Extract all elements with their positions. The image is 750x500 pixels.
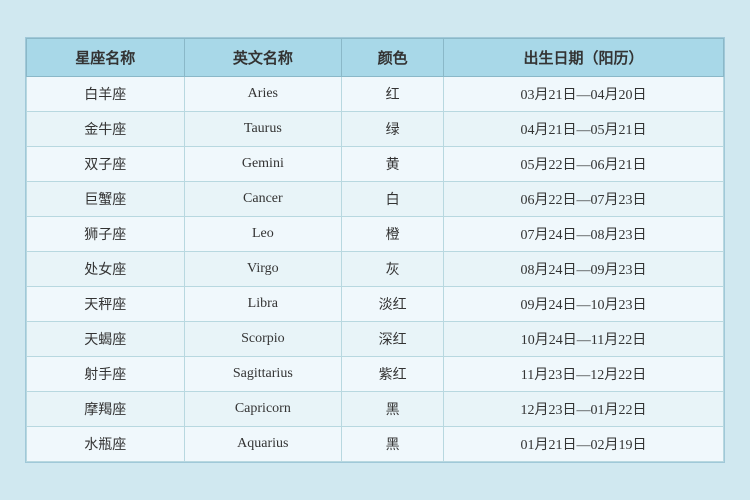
cell-color: 灰	[342, 252, 444, 287]
cell-chinese: 射手座	[27, 357, 185, 392]
cell-dates: 11月23日—12月22日	[444, 357, 724, 392]
cell-english: Taurus	[184, 112, 342, 147]
cell-english: Virgo	[184, 252, 342, 287]
cell-chinese: 金牛座	[27, 112, 185, 147]
cell-color: 黑	[342, 392, 444, 427]
table-row: 射手座Sagittarius紫红11月23日—12月22日	[27, 357, 724, 392]
cell-dates: 04月21日—05月21日	[444, 112, 724, 147]
header-color: 颜色	[342, 39, 444, 77]
cell-english: Leo	[184, 217, 342, 252]
table-row: 天秤座Libra淡红09月24日—10月23日	[27, 287, 724, 322]
cell-dates: 09月24日—10月23日	[444, 287, 724, 322]
cell-color: 淡红	[342, 287, 444, 322]
cell-chinese: 天秤座	[27, 287, 185, 322]
cell-dates: 10月24日—11月22日	[444, 322, 724, 357]
cell-chinese: 摩羯座	[27, 392, 185, 427]
table-row: 金牛座Taurus绿04月21日—05月21日	[27, 112, 724, 147]
cell-english: Gemini	[184, 147, 342, 182]
cell-color: 深红	[342, 322, 444, 357]
zodiac-table-container: 星座名称 英文名称 颜色 出生日期（阳历） 白羊座Aries红03月21日—04…	[25, 37, 725, 463]
cell-color: 黄	[342, 147, 444, 182]
header-chinese-name: 星座名称	[27, 39, 185, 77]
table-row: 狮子座Leo橙07月24日—08月23日	[27, 217, 724, 252]
cell-chinese: 狮子座	[27, 217, 185, 252]
table-row: 天蝎座Scorpio深红10月24日—11月22日	[27, 322, 724, 357]
cell-english: Sagittarius	[184, 357, 342, 392]
table-row: 白羊座Aries红03月21日—04月20日	[27, 77, 724, 112]
cell-dates: 07月24日—08月23日	[444, 217, 724, 252]
table-row: 双子座Gemini黄05月22日—06月21日	[27, 147, 724, 182]
cell-dates: 12月23日—01月22日	[444, 392, 724, 427]
cell-english: Capricorn	[184, 392, 342, 427]
cell-color: 橙	[342, 217, 444, 252]
cell-dates: 01月21日—02月19日	[444, 427, 724, 462]
cell-chinese: 天蝎座	[27, 322, 185, 357]
cell-chinese: 巨蟹座	[27, 182, 185, 217]
cell-color: 红	[342, 77, 444, 112]
cell-color: 紫红	[342, 357, 444, 392]
cell-english: Scorpio	[184, 322, 342, 357]
cell-color: 黑	[342, 427, 444, 462]
header-english-name: 英文名称	[184, 39, 342, 77]
cell-chinese: 水瓶座	[27, 427, 185, 462]
header-dates: 出生日期（阳历）	[444, 39, 724, 77]
table-header-row: 星座名称 英文名称 颜色 出生日期（阳历）	[27, 39, 724, 77]
table-row: 摩羯座Capricorn黑12月23日—01月22日	[27, 392, 724, 427]
table-row: 巨蟹座Cancer白06月22日—07月23日	[27, 182, 724, 217]
cell-color: 绿	[342, 112, 444, 147]
cell-color: 白	[342, 182, 444, 217]
cell-dates: 08月24日—09月23日	[444, 252, 724, 287]
table-row: 处女座Virgo灰08月24日—09月23日	[27, 252, 724, 287]
cell-chinese: 白羊座	[27, 77, 185, 112]
cell-english: Cancer	[184, 182, 342, 217]
cell-dates: 03月21日—04月20日	[444, 77, 724, 112]
cell-chinese: 双子座	[27, 147, 185, 182]
cell-dates: 06月22日—07月23日	[444, 182, 724, 217]
cell-dates: 05月22日—06月21日	[444, 147, 724, 182]
zodiac-table: 星座名称 英文名称 颜色 出生日期（阳历） 白羊座Aries红03月21日—04…	[26, 38, 724, 462]
table-row: 水瓶座Aquarius黑01月21日—02月19日	[27, 427, 724, 462]
cell-english: Aries	[184, 77, 342, 112]
cell-chinese: 处女座	[27, 252, 185, 287]
cell-english: Libra	[184, 287, 342, 322]
table-body: 白羊座Aries红03月21日—04月20日金牛座Taurus绿04月21日—0…	[27, 77, 724, 462]
cell-english: Aquarius	[184, 427, 342, 462]
